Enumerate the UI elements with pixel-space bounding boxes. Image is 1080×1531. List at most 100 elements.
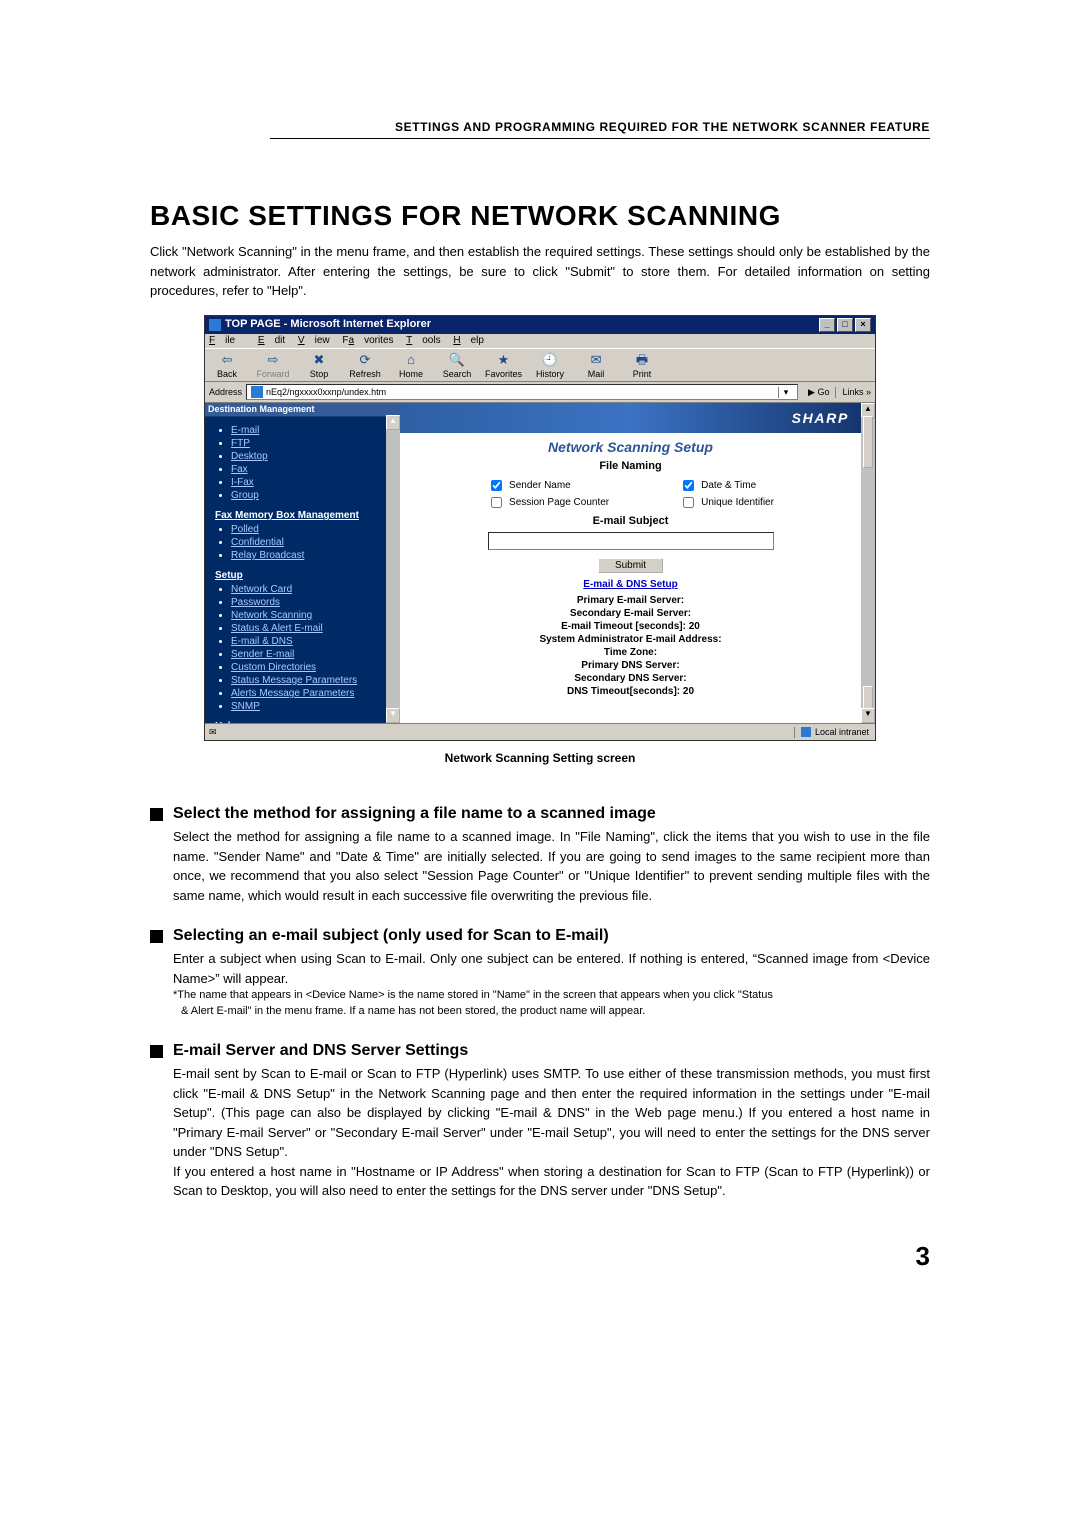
section-body-2: If you entered a host name in "Hostname … <box>173 1162 930 1201</box>
checkbox-icon[interactable] <box>491 480 502 491</box>
menu-tools[interactable]: Tools <box>406 335 440 346</box>
ie-window: TOP PAGE - Microsoft Internet Explorer _… <box>204 315 876 742</box>
ie-app-icon <box>209 319 221 331</box>
search-button[interactable]: 🔍Search <box>439 351 475 380</box>
sidebar-heading-destination: Destination Management <box>205 403 400 417</box>
ie-menu-bar: File Edit View Favorites Tools Help <box>205 334 875 348</box>
stop-button[interactable]: ✖Stop <box>301 351 337 380</box>
sidebar-item-senderemail[interactable]: Sender E-mail <box>231 649 294 660</box>
kv-timezone: Time Zone: <box>400 647 861 659</box>
running-head: SETTINGS AND PROGRAMMING REQUIRED FOR TH… <box>270 120 930 139</box>
refresh-button[interactable]: ⟳Refresh <box>347 351 383 380</box>
menu-view[interactable]: View <box>298 335 330 346</box>
sidebar-item-polled[interactable]: Polled <box>231 524 259 535</box>
sidebar-item-snmp[interactable]: SNMP <box>231 701 260 712</box>
square-bullet-icon <box>150 930 163 943</box>
chk-date-time[interactable]: Date & Time <box>679 477 774 494</box>
section-title: Select the method for assigning a file n… <box>173 805 656 823</box>
kv-secondary-email: Secondary E-mail Server: <box>400 608 861 620</box>
mail-button[interactable]: ✉Mail <box>578 351 614 380</box>
sidebar-item-relay[interactable]: Relay Broadcast <box>231 550 304 561</box>
chk-unique-id[interactable]: Unique Identifier <box>679 494 774 511</box>
heading-email-subject: E-mail Subject <box>400 515 861 528</box>
sidebar-item-ifax[interactable]: I-Fax <box>231 477 254 488</box>
scroll-up-icon[interactable]: ▲ <box>386 415 400 430</box>
go-button[interactable]: ▶ Go <box>808 387 829 398</box>
ie-window-title: TOP PAGE - Microsoft Internet Explorer <box>225 318 431 331</box>
section-title: Selecting an e-mail subject (only used f… <box>173 927 609 945</box>
back-button[interactable]: ⇦Back <box>209 351 245 380</box>
page-number: 3 <box>150 1241 930 1272</box>
ie-titlebar: TOP PAGE - Microsoft Internet Explorer _… <box>205 316 875 334</box>
menu-help[interactable]: Help <box>453 335 484 346</box>
sidebar-item-networkscan[interactable]: Network Scanning <box>231 610 312 621</box>
sidebar-help[interactable]: Help <box>215 721 392 723</box>
search-icon: 🔍 <box>448 351 466 369</box>
ie-main-frame: ▲ ▼ SHARP Network Scanning Setup File Na… <box>400 403 875 723</box>
sidebar-item-group[interactable]: Group <box>231 490 259 501</box>
checkbox-icon[interactable] <box>683 480 694 491</box>
sidebar-item-ftp[interactable]: FTP <box>231 438 250 449</box>
sidebar-cat-faxmemory[interactable]: Fax Memory Box Management <box>215 510 392 522</box>
close-button[interactable]: × <box>855 318 871 332</box>
chk-sender-name[interactable]: Sender Name <box>487 477 609 494</box>
submit-button[interactable]: Submit <box>598 558 663 573</box>
section-title: E-mail Server and DNS Server Settings <box>173 1042 468 1060</box>
intro-paragraph: Click "Network Scanning" in the menu fra… <box>150 242 930 301</box>
sidebar-item-desktop[interactable]: Desktop <box>231 451 268 462</box>
sidebar-item-passwords[interactable]: Passwords <box>231 597 280 608</box>
stop-icon: ✖ <box>310 351 328 369</box>
page-status-icon: ✉ <box>209 727 217 737</box>
favorites-button[interactable]: ★Favorites <box>485 351 522 380</box>
url-page-icon <box>251 386 263 398</box>
sidebar-item-fax[interactable]: Fax <box>231 464 248 475</box>
menu-file[interactable]: File <box>209 335 245 346</box>
checkbox-icon[interactable] <box>683 497 694 508</box>
scroll-thumb[interactable] <box>863 416 873 468</box>
link-email-dns-setup[interactable]: E-mail & DNS Setup <box>583 579 677 590</box>
ie-sidebar: Destination Management ▲ ▼ E-mail FTP De… <box>205 403 400 723</box>
status-left: ✉ <box>205 727 794 738</box>
ie-status-bar: ✉ Local intranet <box>205 723 875 740</box>
page-title: BASIC SETTINGS FOR NETWORK SCANNING <box>150 200 930 232</box>
sidebar-item-email[interactable]: E-mail <box>231 425 259 436</box>
menu-favorites[interactable]: Favorites <box>342 335 393 346</box>
address-input[interactable]: nEq2/ngxxxx0xxnp/undex.htm ▾ <box>246 384 798 400</box>
address-bar: Address nEq2/ngxxxx0xxnp/undex.htm ▾ ▶ G… <box>205 382 875 403</box>
footnote-line2: & Alert E-mail" in the menu frame. If a … <box>173 1004 930 1020</box>
scroll-thumb[interactable] <box>863 686 873 710</box>
section-email-subject: Selecting an e-mail subject (only used f… <box>150 927 930 1020</box>
print-icon: 🖶 <box>633 351 651 369</box>
sidebar-item-statusalert[interactable]: Status & Alert E-mail <box>231 623 323 634</box>
checkbox-icon[interactable] <box>491 497 502 508</box>
ie-toolbar: ⇦Back ⇨Forward ✖Stop ⟳Refresh ⌂Home 🔍Sea… <box>205 348 875 383</box>
scroll-down-icon[interactable]: ▼ <box>861 708 875 723</box>
minimize-button[interactable]: _ <box>819 318 835 332</box>
address-dropdown-icon[interactable]: ▾ <box>778 387 793 398</box>
sidebar-item-alertsparams[interactable]: Alerts Message Parameters <box>231 688 354 699</box>
links-button[interactable]: Links » <box>835 387 871 398</box>
heading-file-naming: File Naming <box>400 460 861 473</box>
home-icon: ⌂ <box>402 351 420 369</box>
forward-button[interactable]: ⇨Forward <box>255 351 291 380</box>
home-button[interactable]: ⌂Home <box>393 351 429 380</box>
history-button[interactable]: 🕘History <box>532 351 568 380</box>
sidebar-item-confidential[interactable]: Confidential <box>231 537 284 548</box>
chk-session-counter[interactable]: Session Page Counter <box>487 494 609 511</box>
kv-primary-email: Primary E-mail Server: <box>400 595 861 607</box>
sidebar-item-customdirs[interactable]: Custom Directories <box>231 662 316 673</box>
main-scrollbar[interactable]: ▲ ▼ <box>861 403 875 723</box>
email-subject-input[interactable] <box>488 532 774 550</box>
menu-edit[interactable]: Edit <box>258 335 285 346</box>
sidebar-cat-setup[interactable]: Setup <box>215 570 392 582</box>
forward-icon: ⇨ <box>264 351 282 369</box>
square-bullet-icon <box>150 1045 163 1058</box>
print-button[interactable]: 🖶Print <box>624 351 660 380</box>
scroll-down-icon[interactable]: ▼ <box>386 708 400 723</box>
sidebar-item-emaildns[interactable]: E-mail & DNS <box>231 636 293 647</box>
maximize-button[interactable]: □ <box>837 318 853 332</box>
sidebar-item-statusparams[interactable]: Status Message Parameters <box>231 675 357 686</box>
sidebar-item-networkcard[interactable]: Network Card <box>231 584 292 595</box>
sidebar-scrollbar[interactable]: ▲ ▼ <box>386 415 400 723</box>
kv-email-timeout: E-mail Timeout [seconds]: 20 <box>400 621 861 633</box>
